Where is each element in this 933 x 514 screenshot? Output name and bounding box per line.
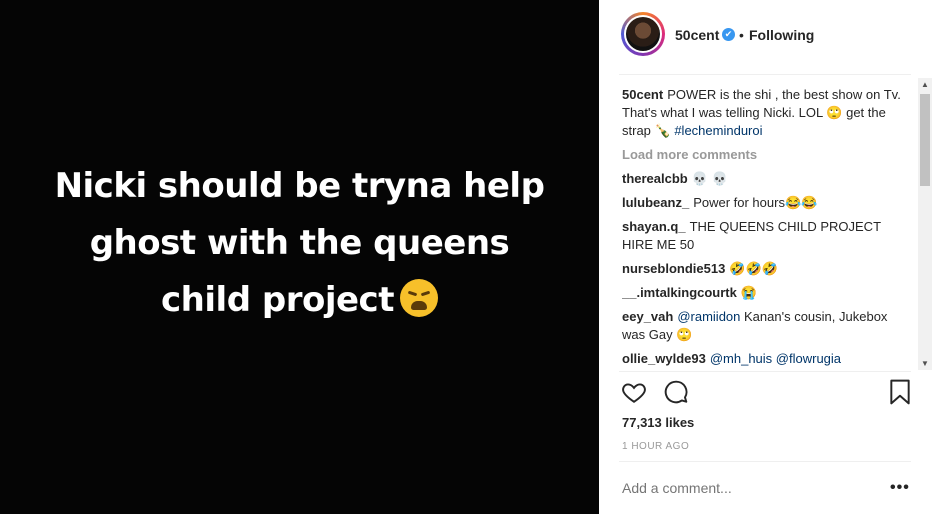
post-image-line-3-row: child project [20, 272, 580, 329]
caption-hashtag[interactable]: #lecheminduroi [674, 123, 762, 138]
divider [619, 371, 911, 372]
comment-text: 🤣🤣🤣 [729, 261, 778, 276]
list-item: therealcbb 💀 💀 [622, 170, 912, 188]
add-comment-input[interactable] [622, 480, 862, 496]
caption: 50cent POWER is the shi , the best show o… [622, 86, 912, 140]
likes-count[interactable]: 77,313 likes [622, 415, 694, 430]
comment-username[interactable]: therealcbb [622, 171, 688, 186]
comment-text: 💀 💀 [691, 171, 728, 186]
scrollbar-thumb[interactable] [920, 94, 930, 186]
like-heart-icon[interactable] [621, 379, 647, 410]
following-button[interactable]: Following [749, 27, 814, 43]
comment-text: Power for hours😂😂 [693, 195, 818, 210]
header-separator: • [739, 27, 744, 43]
comment-username[interactable]: shayan.q_ [622, 219, 686, 234]
comments-list: 50cent POWER is the shi , the best show o… [622, 86, 912, 371]
divider [619, 74, 911, 75]
caption-username[interactable]: 50cent [622, 87, 663, 102]
post-sidebar: 50cent ✔ • Following 50cent POWER is the … [599, 0, 933, 514]
post-timestamp[interactable]: 1 HOUR AGO [622, 441, 689, 452]
comment-username[interactable]: eey_vah [622, 309, 673, 324]
comment-text: 😭 [740, 285, 758, 300]
bookmark-icon[interactable] [889, 379, 911, 410]
list-item: lulubeanz_ Power for hours😂😂 [622, 194, 912, 212]
weary-face-icon [399, 278, 438, 317]
list-item: nurseblondie513 🤣🤣🤣 [622, 260, 912, 278]
more-options-icon[interactable]: ••• [890, 479, 910, 497]
scroll-down-arrow-icon[interactable]: ▼ [921, 359, 929, 368]
comment-username[interactable]: nurseblondie513 [622, 261, 725, 276]
list-item: eey_vah @ramiidon Kanan's cousin, Jukebox… [622, 308, 912, 344]
post-image-line-3: child project [161, 279, 394, 320]
divider [619, 461, 911, 462]
avatar[interactable] [621, 12, 665, 56]
comment-mention[interactable]: @ramiidon [677, 309, 740, 324]
load-more-comments-button[interactable]: Load more comments [622, 146, 912, 164]
comment-username[interactable]: lulubeanz_ [622, 195, 689, 210]
post-image-line-1: Nicki should be tryna help [54, 165, 545, 206]
verified-badge-icon: ✔ [722, 28, 735, 41]
scroll-up-arrow-icon[interactable]: ▲ [921, 80, 929, 89]
post-image-line-2: ghost with the queens [89, 222, 510, 263]
list-item: ollie_wylde93 @mh_huis @flowrugia [622, 350, 912, 368]
comment-bubble-icon[interactable] [663, 379, 689, 410]
comment-mention[interactable]: @flowrugia [776, 351, 841, 366]
post-image-text: Nicki should be tryna help ghost with th… [20, 158, 580, 329]
post-header: 50cent ✔ • Following [599, 0, 933, 72]
avatar-photo [626, 17, 660, 51]
comment-mention[interactable]: @mh_huis [710, 351, 772, 366]
post-image[interactable]: Nicki should be tryna help ghost with th… [0, 0, 599, 514]
list-item: shayan.q_ THE QUEENS CHILD PROJECT HIRE M… [622, 218, 912, 254]
list-item: __.imtalkingcourtk 😭 [622, 284, 912, 302]
comment-username[interactable]: ollie_wylde93 [622, 351, 706, 366]
header-username[interactable]: 50cent [675, 27, 719, 43]
comments-scrollbar[interactable]: ▲ ▼ [918, 78, 932, 370]
comment-username[interactable]: __.imtalkingcourtk [622, 285, 737, 300]
action-bar [621, 379, 913, 409]
